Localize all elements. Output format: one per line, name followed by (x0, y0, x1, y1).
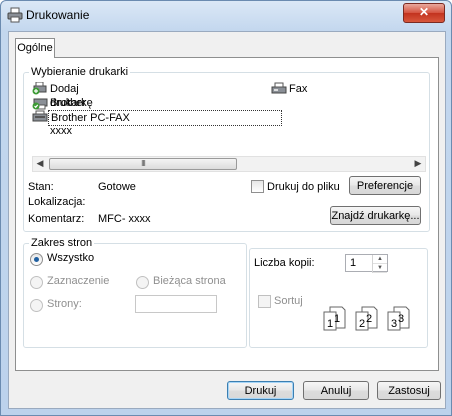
cancel-button[interactable]: Anuluj (303, 381, 369, 400)
copies-spinner-input[interactable]: 1 ▲ ▼ (345, 254, 388, 273)
apply-button[interactable]: Zastosuj (377, 381, 441, 400)
collate-page-number: 2 (359, 318, 365, 330)
collate-page-number: 3 (398, 313, 404, 325)
status-value: Gotowe (98, 181, 136, 193)
pages-radio[interactable] (30, 299, 43, 312)
print-dialog-window: Drukowanie ✕ Ogólne Wybieranie drukarki (0, 0, 452, 416)
copies-spinner[interactable]: ▲ ▼ (372, 255, 387, 273)
pages-label[interactable]: Strony: (47, 298, 82, 310)
collate-page-number: 3 (391, 318, 397, 330)
spin-down-icon[interactable]: ▼ (373, 264, 387, 273)
all-pages-radio[interactable] (30, 253, 43, 266)
copies-label: Liczba kopii: (254, 257, 315, 269)
tab-general[interactable]: Ogólne (15, 38, 55, 58)
add-printer-icon (32, 82, 47, 95)
printer-selection-group: Wybieranie drukarki Dodaj drukarkę Fax B… (23, 66, 430, 232)
collate-page-number: 1 (334, 313, 340, 325)
collate-pages-icon: 1 1 2 2 3 3 (323, 306, 410, 331)
print-to-file-checkbox[interactable] (251, 180, 264, 193)
tab-panel-general: Wybieranie drukarki Dodaj drukarkę Fax B… (15, 57, 439, 371)
printer-list-scrollbar[interactable]: ◀ III ▶ (32, 156, 426, 172)
window-title: Drukowanie (26, 8, 90, 22)
location-label: Lokalizacja: (28, 196, 86, 208)
fax-printer-icon (271, 82, 287, 94)
page-range-group: Zakres stron Wszystko Zaznaczenie Bieżąc… (23, 237, 247, 348)
dialog-client-area: Ogólne Wybieranie drukarki Dodaj drukark… (8, 31, 446, 409)
printer-selection-legend: Wybieranie drukarki (31, 66, 129, 78)
selection-label[interactable]: Zaznaczenie (47, 275, 109, 287)
selection-radio[interactable] (30, 276, 43, 289)
print-to-file-label[interactable]: Drukuj do pliku (267, 181, 340, 193)
close-button[interactable]: ✕ (403, 3, 445, 23)
print-button[interactable]: Drukuj (227, 381, 294, 400)
collate-checkbox[interactable] (258, 295, 271, 308)
comment-value: MFC- xxxx (98, 213, 151, 225)
title-bar[interactable]: Drukowanie ✕ (1, 1, 451, 29)
all-pages-label[interactable]: Wszystko (47, 252, 94, 264)
pages-input[interactable] (135, 295, 217, 313)
find-printer-button[interactable]: Znajdź drukarkę... (330, 206, 421, 225)
printer-list[interactable]: Dodaj drukarkę Fax Brother xxxx Brother … (32, 80, 412, 142)
current-page-label[interactable]: Bieżąca strona (153, 275, 226, 287)
current-page-radio[interactable] (136, 276, 149, 289)
scroll-left-arrow-icon[interactable]: ◀ (33, 157, 47, 171)
default-printer-icon (32, 98, 48, 110)
printer-item-label: Brother PC-FAX (48, 110, 282, 126)
page-range-legend: Zakres stron (31, 237, 93, 249)
scrollbar-thumb[interactable]: III (49, 158, 237, 170)
collate-label[interactable]: Sortuj (274, 295, 303, 307)
tab-general-label: Ogólne (17, 42, 53, 54)
comment-label: Komentarz: (28, 213, 85, 225)
copies-value: 1 (350, 257, 357, 269)
scroll-right-arrow-icon[interactable]: ▶ (411, 157, 425, 171)
printer-icon (7, 7, 23, 23)
spin-up-icon[interactable]: ▲ (373, 255, 387, 264)
preferences-button[interactable]: Preferencje (349, 176, 421, 195)
collate-page-number: 1 (327, 318, 333, 330)
status-label: Stan: (28, 181, 54, 193)
copies-group: Liczba kopii: 1 ▲ ▼ Sortuj 1 1 2 2 3 3 (249, 248, 428, 348)
printer-icon (32, 110, 48, 122)
collate-page-number: 2 (366, 313, 372, 325)
printer-item-label: Fax (289, 83, 308, 95)
scrollbar-grip: III (141, 159, 146, 168)
